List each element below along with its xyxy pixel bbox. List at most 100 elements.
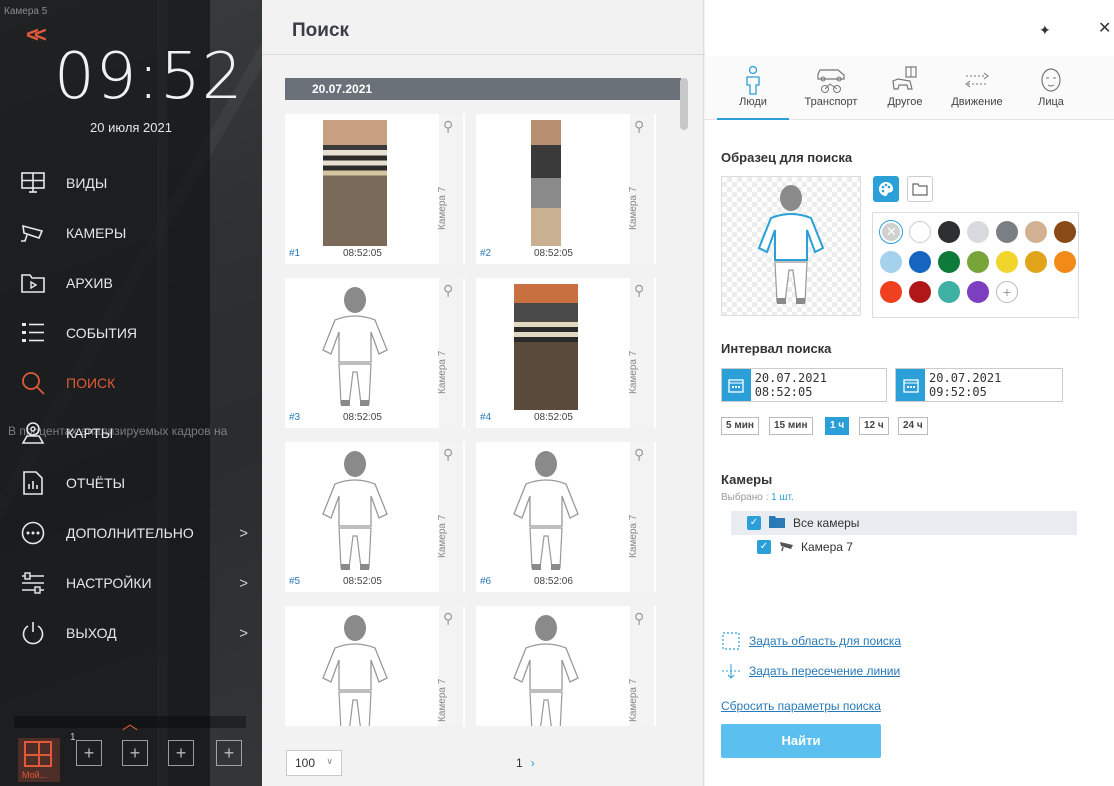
color-swatch[interactable] (938, 281, 960, 303)
result-card[interactable]: ⚲ Камера 7 #1 08:52:05 (285, 114, 465, 264)
tab-other[interactable]: Другое (869, 64, 941, 120)
color-swatch[interactable] (880, 281, 902, 303)
color-swatch[interactable] (1025, 221, 1047, 243)
result-card[interactable]: ⚲ Камера 7 (285, 606, 465, 726)
color-swatch[interactable] (909, 281, 931, 303)
results-scrollbar[interactable] (680, 78, 688, 130)
color-swatch[interactable] (967, 251, 989, 273)
close-icon[interactable]: ✕ (1098, 18, 1111, 38)
preset-1h[interactable]: 1 ч (825, 417, 850, 435)
menu-item-archive[interactable]: Архив (0, 258, 262, 308)
color-swatch[interactable] (996, 221, 1018, 243)
per-page-select[interactable]: 100 ∨ (286, 750, 342, 776)
color-swatch[interactable] (938, 221, 960, 243)
clock-time: 09:52 (54, 40, 244, 114)
menu-item-settings[interactable]: Настройки > (0, 558, 262, 608)
color-palette-button[interactable] (873, 176, 899, 202)
result-card[interactable]: ⚲ Камера 7 (476, 606, 656, 726)
reset-params-link[interactable]: Сбросить параметры поиска (721, 699, 881, 713)
menu-item-events[interactable]: События (0, 308, 262, 358)
interval-heading: Интервал поиска (721, 341, 832, 356)
preset-24h[interactable]: 24 ч (898, 417, 928, 435)
result-card[interactable]: ⚲ Камера 7 #2 08:52:05 (476, 114, 656, 264)
color-swatch[interactable] (996, 251, 1018, 273)
add-layout-button[interactable]: + (168, 740, 194, 766)
zoom-icon[interactable]: ⚲ (443, 610, 453, 627)
result-time: 08:52:06 (534, 576, 573, 587)
reset-label: Сбросить параметры поиска (721, 699, 881, 713)
zoom-icon[interactable]: ⚲ (634, 610, 644, 627)
color-swatch[interactable] (880, 251, 902, 273)
current-page[interactable]: 1 (516, 756, 523, 770)
menu-item-maps[interactable]: Карты (0, 408, 262, 458)
no-color-swatch[interactable] (880, 221, 902, 243)
add-color-icon[interactable]: + (996, 281, 1018, 303)
tab-transport[interactable]: Транспорт (795, 64, 867, 120)
zoom-icon[interactable]: ⚲ (634, 446, 644, 463)
add-layout-button[interactable]: + (122, 740, 148, 766)
zoom-icon[interactable]: ⚲ (634, 282, 644, 299)
checkbox-checked[interactable]: ✓ (757, 540, 771, 554)
result-time: 08:52:05 (534, 248, 573, 259)
load-sample-button[interactable] (907, 176, 933, 202)
collapse-menu-icon[interactable]: << (26, 22, 47, 48)
checkbox-checked[interactable]: ✓ (747, 516, 761, 530)
cameras-heading: Камеры (721, 472, 773, 487)
set-line-link[interactable]: Задать пересечение линии (721, 662, 900, 680)
tab-people[interactable]: Люди (717, 64, 789, 120)
result-card[interactable]: ⚲ Камера 7 #3 08:52:05 (285, 278, 465, 428)
find-button[interactable]: Найти (721, 724, 881, 758)
zoom-icon[interactable]: ⚲ (443, 118, 453, 135)
tree-label: Все камеры (793, 516, 860, 530)
pin-icon[interactable]: ✦ (1039, 22, 1051, 39)
tree-item-all-cameras[interactable]: ✓ Все камеры (731, 511, 1077, 535)
layout-my[interactable]: Мой... (18, 738, 60, 782)
line-cross-icon (721, 662, 741, 680)
sample-figure[interactable] (721, 176, 861, 316)
calendar-icon[interactable] (722, 369, 751, 401)
add-layout-button[interactable]: + (76, 740, 102, 766)
tab-faces[interactable]: Лица (1015, 64, 1087, 120)
menu-label: События (66, 325, 137, 341)
preset-12h[interactable]: 12 ч (859, 417, 889, 435)
color-swatch[interactable] (909, 251, 931, 273)
color-swatch[interactable] (938, 251, 960, 273)
menu-item-search[interactable]: Поиск (0, 358, 262, 408)
color-swatch[interactable] (967, 221, 989, 243)
result-camera: Камера 7 (437, 350, 448, 394)
next-page-icon[interactable]: › (531, 756, 535, 770)
date-from-field[interactable]: 20.07.2021 08:52:05 (721, 368, 887, 402)
zoom-icon[interactable]: ⚲ (634, 118, 644, 135)
color-swatch[interactable] (967, 281, 989, 303)
preset-15min[interactable]: 15 мин (769, 417, 813, 435)
menu-item-reports[interactable]: Отчёты (0, 458, 262, 508)
menu-item-cameras[interactable]: Камеры (0, 208, 262, 258)
color-swatch[interactable] (1025, 251, 1047, 273)
result-number: #1 (289, 248, 301, 259)
tree-item-camera[interactable]: ✓ Камера 7 (731, 535, 1077, 559)
date-to-field[interactable]: 20.07.2021 09:52:05 (895, 368, 1063, 402)
color-swatch[interactable] (909, 221, 931, 243)
result-card[interactable]: ⚲ Камера 7 #5 08:52:05 (285, 442, 465, 592)
color-swatch[interactable] (1054, 251, 1076, 273)
add-layout-button[interactable]: + (216, 740, 242, 766)
calendar-icon[interactable] (896, 369, 926, 401)
menu-item-more[interactable]: Дополнительно > (0, 508, 262, 558)
zoom-icon[interactable]: ⚲ (443, 446, 453, 463)
events-icon (20, 320, 46, 346)
menu-item-views[interactable]: Виды (0, 158, 262, 208)
menu-label: Виды (66, 175, 108, 191)
tree-label: Камера 7 (801, 540, 853, 554)
palette-icon (879, 182, 893, 196)
preset-5min[interactable]: 5 мин (721, 417, 759, 435)
set-area-link[interactable]: Задать область для поиска (721, 632, 901, 650)
tab-motion[interactable]: Движение (941, 64, 1013, 120)
result-time: 08:52:05 (343, 576, 382, 587)
layouts-expand-bar[interactable]: ︿ (14, 716, 246, 733)
menu-item-exit[interactable]: Выход > (0, 608, 262, 658)
color-swatch[interactable] (1054, 221, 1076, 243)
menu-label: Архив (66, 275, 113, 291)
result-card[interactable]: ⚲ Камера 7 #4 08:52:05 (476, 278, 656, 428)
zoom-icon[interactable]: ⚲ (443, 282, 453, 299)
result-card[interactable]: ⚲ Камера 7 #6 08:52:06 (476, 442, 656, 592)
